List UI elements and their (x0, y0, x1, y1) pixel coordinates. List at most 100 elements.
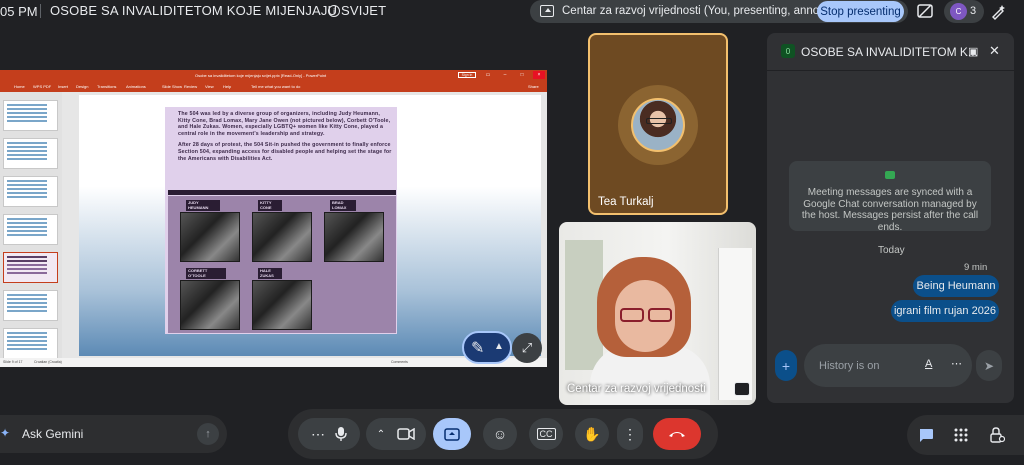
participant-name: Tea Turkalj (598, 196, 654, 208)
ribbon-search[interactable]: Tell me what you want to do (251, 84, 300, 89)
microphone-icon[interactable] (335, 426, 347, 442)
mic-controls[interactable]: ⋯ (298, 418, 360, 450)
ppt-minimize-icon[interactable]: – (499, 71, 511, 79)
person-photo (324, 212, 384, 262)
ppt-title-bar: Osobe sa invaliditetom koje mijenjaju sv… (0, 70, 547, 80)
camera-icon[interactable] (397, 428, 415, 440)
add-attachment-button[interactable]: + (775, 350, 797, 381)
text-format-icon[interactable]: A (925, 358, 932, 370)
chat-day-label: Today (878, 245, 905, 256)
ppt-window-title: Osobe sa invaliditetom koje mijenjaju sv… (195, 73, 327, 78)
chevron-up-icon[interactable]: ⌃ (377, 429, 385, 440)
person-label: JUDY HEUMANN (186, 200, 220, 211)
slide-thumbnail-active[interactable] (3, 252, 58, 283)
ribbon-tab[interactable]: Insert (58, 84, 68, 89)
status-language: Croatian (Croatia) (34, 360, 62, 364)
ribbon-share[interactable]: Share (528, 84, 539, 89)
meeting-time: 05 PM (0, 4, 38, 19)
slide-text-block: The 504 was led by a diverse group of or… (178, 111, 393, 167)
slide-thumbnail[interactable] (3, 214, 58, 245)
slide-divider-bar (168, 190, 396, 195)
gemini-sparkle-icon: ✦ (0, 426, 11, 440)
ribbon-tab[interactable]: Slide Show (162, 84, 182, 89)
host-controls-lock-icon[interactable] (988, 426, 1006, 444)
picture-in-picture-icon[interactable] (734, 382, 750, 396)
person-photo (180, 212, 240, 262)
slide-thumbnail[interactable] (3, 290, 58, 321)
ribbon-tab[interactable]: Transitions (97, 84, 116, 89)
captions-button[interactable]: CC (529, 418, 563, 450)
avatar (631, 98, 685, 152)
slide-paragraph: After 28 days of protest, the 504 Sit-in… (178, 142, 392, 162)
present-screen-icon (444, 427, 460, 441)
status-comments[interactable]: Comments (391, 360, 408, 364)
slide-scroll-handle[interactable] (537, 98, 541, 114)
ppt-ribbon: Home WPS PDF Insert Design Transitions A… (0, 80, 547, 92)
ribbon-tab[interactable]: Help (223, 84, 231, 89)
ribbon-tab[interactable]: WPS PDF (33, 84, 51, 89)
slide-paragraph: The 504 was led by a diverse group of or… (178, 111, 391, 137)
send-message-button[interactable]: ➤ (976, 350, 1002, 381)
person-photo (252, 212, 312, 262)
meeting-info-icon[interactable]: i (328, 5, 340, 17)
more-options-button[interactable]: ⋮ (617, 418, 643, 450)
slide-thumbnails (0, 92, 62, 359)
ppt-close-icon[interactable]: × (533, 71, 545, 79)
close-icon[interactable]: ✕ (989, 43, 1000, 59)
activities-grid-icon[interactable] (952, 426, 970, 444)
slide-thumbnail[interactable] (3, 176, 58, 207)
hang-up-icon (669, 432, 685, 437)
divider (767, 70, 1014, 71)
ribbon-tab[interactable]: Review (184, 84, 197, 89)
top-bar: 05 PM OSOBE SA INVALIDITETOM KOJE MIJENJ… (0, 0, 1024, 24)
more-options-icon[interactable]: ⋯ (951, 357, 962, 370)
gemini-submit-icon[interactable]: ↑ (197, 423, 219, 445)
slide-thumbnail[interactable] (3, 100, 58, 131)
reactions-button[interactable]: ☺ (483, 418, 517, 450)
slide-thumbnail[interactable] (3, 138, 58, 169)
ppt-sign-in-button[interactable]: Sign in (458, 72, 476, 78)
message-timestamp: 9 min (964, 262, 988, 273)
present-screen-button[interactable] (433, 418, 471, 450)
ribbon-tab[interactable]: Animations (126, 84, 146, 89)
camera-controls[interactable]: ⌃ (366, 418, 426, 450)
chat-bubble-icon[interactable] (917, 426, 935, 444)
slide-thumbnail[interactable] (3, 328, 58, 359)
video-person (618, 308, 674, 322)
person-label: BRAD LOMAX (330, 200, 356, 211)
chat-title: OSOBE SA INVALIDITETOM K... (801, 45, 978, 59)
video-background (718, 248, 752, 400)
calendar-icon[interactable]: ▣ (968, 45, 978, 58)
avatar-glasses (646, 118, 672, 124)
chat-message[interactable]: igrani film rujan 2026 (891, 300, 999, 322)
annotation-pen-button[interactable] (462, 331, 512, 364)
stop-presenting-button[interactable]: Stop presenting (817, 1, 904, 22)
ribbon-tab[interactable]: View (205, 84, 214, 89)
divider (40, 4, 41, 18)
annotation-pen-icon: ✎ (471, 340, 485, 357)
person-label: KITTY CONE (258, 200, 282, 211)
raise-hand-button[interactable]: ✋ (575, 418, 609, 450)
chevron-up-icon[interactable]: ▲ (494, 341, 504, 352)
participant-count: 3 (970, 5, 977, 17)
person-label: HALE ZUKAS (258, 268, 282, 279)
camera-off-icon[interactable] (914, 0, 936, 22)
person-photo (180, 280, 240, 330)
captions-icon: CC (536, 428, 556, 440)
ribbon-tab[interactable]: Home (14, 84, 25, 89)
present-screen-icon (540, 5, 554, 17)
presenting-status-text: Centar za razvoj vrijednosti (You, prese… (562, 5, 852, 17)
meet-window: 05 PM OSOBE SA INVALIDITETOM KOJE MIJENJ… (0, 0, 1024, 465)
chat-input-placeholder[interactable]: History is on (819, 360, 880, 372)
ask-gemini-label[interactable]: Ask Gemini (22, 427, 83, 441)
ribbon-tab[interactable]: Design (76, 84, 88, 89)
leave-call-button[interactable] (653, 418, 701, 450)
expand-icon[interactable]: ⤢ (512, 333, 542, 363)
hand-icon: ✋ (583, 425, 601, 442)
person-photo (252, 280, 312, 330)
ppt-ribbon-display-icon[interactable]: ▭ (482, 71, 494, 79)
more-audio-options-icon[interactable]: ⋯ (311, 426, 325, 443)
chat-message[interactable]: Being Heumann (913, 275, 999, 297)
annotate-icon[interactable] (988, 2, 1008, 22)
ppt-maximize-icon[interactable]: □ (516, 71, 528, 79)
